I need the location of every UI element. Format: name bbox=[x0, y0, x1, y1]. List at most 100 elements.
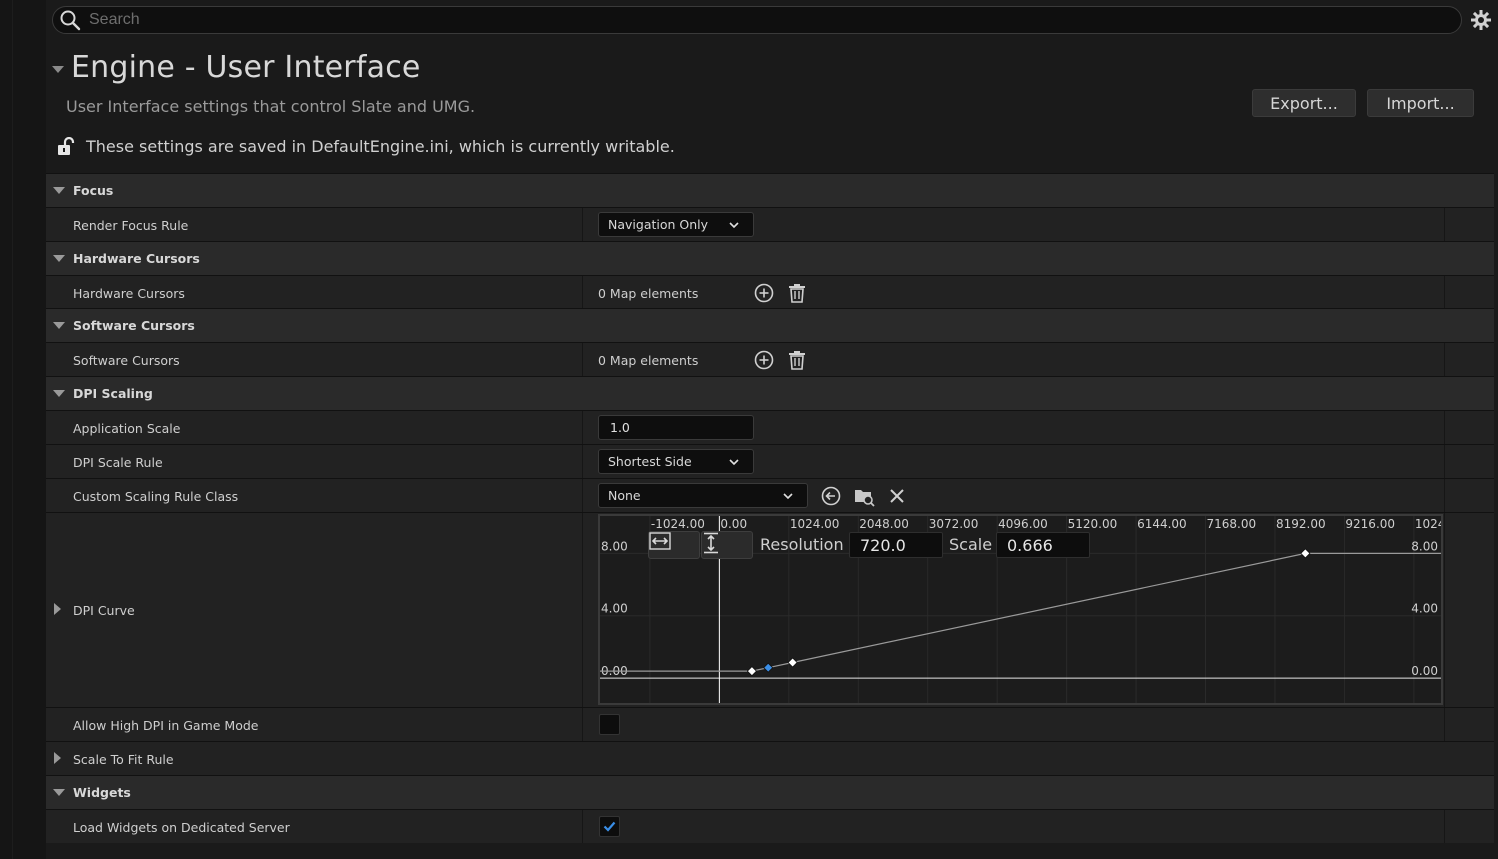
expanded-arrow-icon[interactable] bbox=[53, 789, 65, 796]
dropdown-value: None bbox=[608, 488, 641, 503]
property-software-cursors: Software Cursors 0 Map elements bbox=[46, 342, 1494, 376]
x-tick-label: 1024.00 bbox=[790, 517, 840, 531]
dropdown-value: Shortest Side bbox=[608, 454, 692, 469]
map-element-count: 0 Map elements bbox=[598, 353, 699, 368]
curve-key[interactable] bbox=[746, 666, 757, 677]
details-panel: Engine - User Interface User Interface s… bbox=[46, 0, 1498, 859]
curve-key[interactable] bbox=[787, 657, 798, 668]
category-hardware-cursors[interactable]: Hardware Cursors bbox=[46, 241, 1494, 275]
property-label: Allow High DPI in Game Mode bbox=[73, 718, 259, 733]
fit-vertical-button[interactable] bbox=[701, 531, 753, 559]
fit-horizontal-icon bbox=[649, 532, 671, 550]
property-custom-scaling-rule-class: Custom Scaling Rule Class None bbox=[46, 478, 1494, 512]
chevron-down-icon bbox=[729, 459, 739, 466]
trash-icon[interactable] bbox=[786, 349, 808, 371]
application-scale-input[interactable]: 1.0 bbox=[598, 415, 754, 440]
property-scale-to-fit-rule[interactable]: Scale To Fit Rule bbox=[46, 741, 1494, 775]
property-render-focus-rule: Render Focus Rule Navigation Only bbox=[46, 207, 1494, 241]
y-tick-label-right: 0.00 bbox=[1411, 664, 1438, 678]
y-tick-label-left: 4.00 bbox=[601, 602, 628, 616]
property-label: DPI Scale Rule bbox=[73, 455, 163, 470]
page-description: User Interface settings that control Sla… bbox=[66, 97, 476, 116]
property-label: Software Cursors bbox=[73, 353, 180, 368]
x-tick-label: 2048.00 bbox=[859, 517, 909, 531]
property-application-scale: Application Scale 1.0 bbox=[46, 410, 1494, 444]
map-element-count: 0 Map elements bbox=[598, 286, 699, 301]
collapsed-arrow-icon[interactable] bbox=[54, 603, 61, 615]
property-label: DPI Curve bbox=[73, 603, 135, 618]
x-tick-label: -1024.00 bbox=[651, 517, 705, 531]
x-tick-label: 8192.00 bbox=[1276, 517, 1326, 531]
x-tick-label: 7168.00 bbox=[1207, 517, 1257, 531]
add-element-icon[interactable] bbox=[753, 349, 775, 371]
dpi-curve-editor[interactable]: -1024.00 0.00 1024.00 2048.00 3072.00 4096.00… bbox=[598, 514, 1443, 705]
fit-horizontal-button[interactable] bbox=[648, 531, 700, 559]
category-label: Hardware Cursors bbox=[73, 251, 200, 266]
property-label: Render Focus Rule bbox=[73, 218, 189, 233]
property-label: Load Widgets on Dedicated Server bbox=[73, 820, 290, 835]
expanded-arrow-icon[interactable] bbox=[53, 390, 65, 397]
category-software-cursors[interactable]: Software Cursors bbox=[46, 308, 1494, 342]
allow-high-dpi-checkbox[interactable] bbox=[599, 714, 620, 735]
dpi-scale-rule-dropdown[interactable]: Shortest Side bbox=[598, 449, 754, 474]
checkmark-icon bbox=[603, 821, 616, 832]
settings-table: Focus Render Focus Rule Navigation Only … bbox=[46, 173, 1494, 843]
y-tick-label-right: 4.00 bbox=[1411, 602, 1438, 616]
x-tick-label: 0.00 bbox=[720, 517, 747, 531]
resolution-label: Resolution bbox=[760, 535, 844, 554]
scale-label: Scale bbox=[949, 535, 993, 554]
property-dpi-scale-rule: DPI Scale Rule Shortest Side bbox=[46, 444, 1494, 478]
property-label: Scale To Fit Rule bbox=[73, 752, 174, 767]
x-tick-label: 9216.00 bbox=[1345, 517, 1395, 531]
expanded-arrow-icon[interactable] bbox=[53, 187, 65, 194]
chevron-down-icon bbox=[729, 222, 739, 229]
category-label: Widgets bbox=[73, 785, 131, 800]
render-focus-rule-dropdown[interactable]: Navigation Only bbox=[598, 212, 754, 237]
resolution-input[interactable]: 720.0 bbox=[849, 532, 943, 558]
export-button[interactable]: Export... bbox=[1252, 89, 1356, 117]
property-allow-high-dpi: Allow High DPI in Game Mode bbox=[46, 707, 1494, 741]
trash-icon[interactable] bbox=[786, 282, 808, 304]
x-tick-label: 6144.00 bbox=[1137, 517, 1187, 531]
fit-vertical-icon bbox=[704, 532, 718, 554]
curve-key-selected[interactable] bbox=[763, 662, 774, 673]
clear-x-icon[interactable] bbox=[886, 485, 908, 507]
category-widgets[interactable]: Widgets bbox=[46, 775, 1494, 809]
collapsed-arrow-icon[interactable] bbox=[54, 752, 61, 764]
dpi-curve-line bbox=[600, 552, 1441, 672]
property-hardware-cursors: Hardware Cursors 0 Map elements bbox=[46, 275, 1494, 308]
load-widgets-checkbox[interactable] bbox=[599, 816, 620, 837]
use-selected-arrow-icon[interactable] bbox=[820, 485, 842, 507]
add-element-icon[interactable] bbox=[753, 282, 775, 304]
property-load-widgets-dedicated-server: Load Widgets on Dedicated Server bbox=[46, 809, 1494, 843]
expanded-arrow-icon[interactable] bbox=[53, 255, 65, 262]
settings-gear-icon[interactable] bbox=[1470, 9, 1492, 31]
custom-scaling-rule-class-picker[interactable]: None bbox=[598, 483, 808, 508]
category-focus[interactable]: Focus bbox=[46, 173, 1494, 207]
category-dpi-scaling[interactable]: DPI Scaling bbox=[46, 376, 1494, 410]
scale-input[interactable]: 0.666 bbox=[996, 532, 1090, 558]
category-label: Software Cursors bbox=[73, 318, 195, 333]
config-file-notice: These settings are saved in DefaultEngin… bbox=[86, 137, 675, 156]
property-label: Hardware Cursors bbox=[73, 286, 185, 301]
search-bar[interactable] bbox=[52, 6, 1462, 34]
property-label: Custom Scaling Rule Class bbox=[73, 489, 239, 504]
search-icon bbox=[60, 10, 81, 31]
y-tick-label-left: 8.00 bbox=[601, 539, 628, 553]
search-input[interactable] bbox=[89, 11, 1389, 29]
import-button[interactable]: Import... bbox=[1367, 89, 1474, 117]
dropdown-value: Navigation Only bbox=[608, 217, 709, 232]
category-label: DPI Scaling bbox=[73, 386, 153, 401]
browse-folder-icon[interactable] bbox=[853, 485, 875, 507]
x-tick-label: 4096.00 bbox=[998, 517, 1048, 531]
category-label: Focus bbox=[73, 183, 114, 198]
property-label: Application Scale bbox=[73, 421, 181, 436]
y-tick-label-right: 8.00 bbox=[1411, 539, 1438, 553]
x-tick-label: 5120.00 bbox=[1068, 517, 1118, 531]
left-gutter bbox=[0, 0, 46, 859]
expanded-arrow-icon[interactable] bbox=[53, 322, 65, 329]
curve-key[interactable] bbox=[1300, 548, 1311, 559]
property-dpi-curve: DPI Curve -1024.00 0.00 1024.00 2048.00 3072… bbox=[46, 512, 1494, 707]
x-tick-label: 3072.00 bbox=[929, 517, 979, 531]
collapse-section-icon[interactable] bbox=[52, 66, 64, 73]
